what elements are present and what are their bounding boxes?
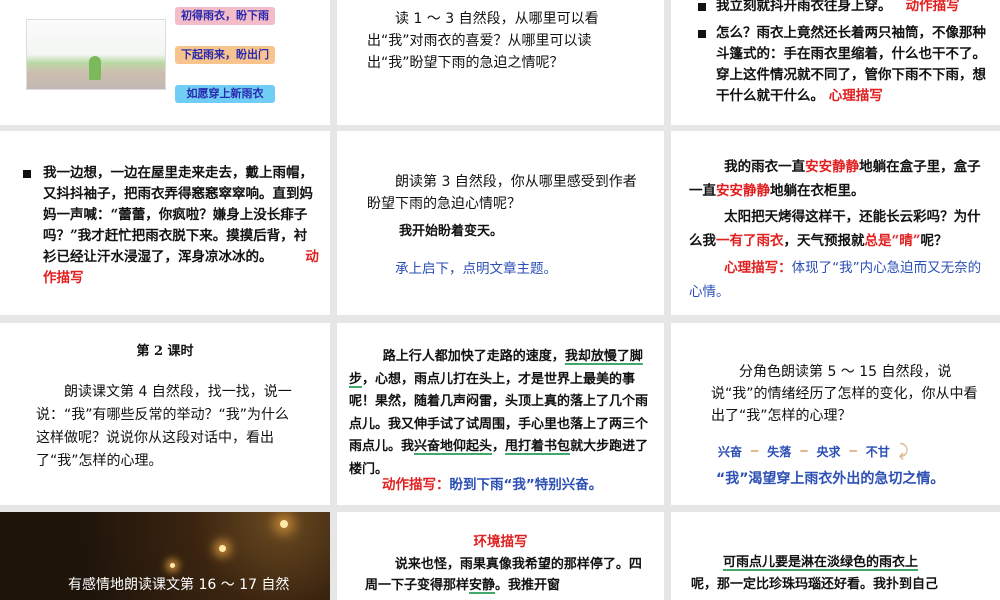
tag-got-raincoat: 初得雨衣，盼下雨 <box>175 7 275 25</box>
rain-girl-illustration <box>26 19 166 90</box>
note-text: 盼到下雨“我”特别兴奋。 <box>449 477 603 493</box>
slide-thumbnail-10[interactable]: 有感情地朗读课文第 16 ～ 17 自然 <box>0 512 330 600</box>
slide-thumbnail-11[interactable]: 环境描写 说来也怪，雨果真像我希望的那样停了。四周一下子变得那样安静。我推开窗 <box>337 512 664 600</box>
slide-thumbnail-1[interactable]: 初得雨衣，盼下雨 下起雨来，盼出门 如愿穿上新雨衣 <box>0 0 330 125</box>
mind-label: 心理描写 <box>828 88 883 104</box>
conclusion-text: “我”渴望穿上雨衣外出的急切之情。 <box>716 471 945 487</box>
paragraph-1: 我的雨衣一直安安静静地躺在盒子里，盒子一直安安静静地躺在衣柜里。 <box>689 155 994 203</box>
reading-prompt: 有感情地朗读课文第 16 ～ 17 自然 <box>68 577 290 593</box>
slide-thumbnail-4[interactable]: 我一边想，一边在屋里走来走去，戴上雨帽，又抖抖袖子，把雨衣弄得窸窸窣窣响。直到妈… <box>0 131 330 315</box>
emotion-flow: 兴奋 ━ 失落 ━ 央求 ━ 不甘 ⤸ <box>718 441 908 461</box>
action-text: 我立刻就抖开雨衣往身上穿。 <box>716 0 892 14</box>
answer-text: 承上启下，点明文章主题。 <box>395 261 557 277</box>
emotion-unwilling: 不甘 <box>865 444 890 459</box>
highlight: 总是“晴” <box>864 233 921 249</box>
slide-thumbnail-6[interactable]: 我的雨衣一直安安静静地躺在盒子里，盒子一直安安静静地躺在衣柜里。 太阳把天烤得这… <box>671 131 1000 315</box>
text: ，天气预报就 <box>783 233 865 249</box>
passage: 路上行人都加快了走路的速度，我却放慢了脚步，心想，雨点儿打在头上，才是世界上最美… <box>349 346 654 481</box>
bullet-icon <box>698 3 706 11</box>
text: ， <box>492 439 506 454</box>
underlined-text: 甩打着书包 <box>505 439 571 454</box>
highlight: 安安静静 <box>805 159 860 175</box>
bullet-icon <box>698 30 706 38</box>
emotion-disappointed: 失落 <box>767 444 792 459</box>
bullet-icon <box>23 170 31 178</box>
emotion-excited: 兴奋 <box>718 444 743 459</box>
text: 我的雨衣一直 <box>724 159 806 175</box>
arrow-icon: ━ <box>751 444 759 458</box>
slide-thumbnail-5[interactable]: 朗读第 3 自然段，你从哪里感受到作者盼望下雨的急迫心情呢？ 我开始盼着变天。 … <box>337 131 664 315</box>
analysis-note: 动作描写：盼到下雨“我”特别兴奋。 <box>382 475 602 496</box>
text: 。我推开窗 <box>495 578 561 593</box>
slide-thumbnail-3[interactable]: 我立刻就抖开雨衣往身上穿。 动作描写 怎么？雨衣上竟然还长着两只袖筒，不像那种斗… <box>671 0 1000 125</box>
text: 路上行人都加快了走路的速度， <box>382 349 565 364</box>
analysis-note: 心理描写：体现了“我”内心急迫而又无奈的心情。 <box>689 256 994 304</box>
action-label: 动作描写 <box>905 0 960 14</box>
paragraph-2: 太阳把天烤得这样干，还能长云彩吗？为什么我一有了雨衣，天气预报就总是“晴”呢？ <box>689 205 994 253</box>
emotion-pleading: 央求 <box>816 444 841 459</box>
underlined-text: 可雨点儿要是淋在淡绿色的雨衣上 <box>723 552 918 573</box>
underlined-text: 安静 <box>469 578 496 593</box>
slide-thumbnail-2[interactable]: 读 1 ～ 3 自然段，从哪里可以看出“我”对雨衣的喜爱？从哪里可以读出“我”盼… <box>337 0 664 125</box>
action-label: 动作描写： <box>382 477 450 493</box>
highlight: 一有了雨衣 <box>716 233 784 249</box>
street-lamp-icon <box>280 520 288 528</box>
action-text: 我一边想，一边在屋里走来走去，戴上雨帽，又抖抖袖子，把雨衣弄得窸窸窣窣响。直到妈… <box>43 165 313 265</box>
slide-thumbnail-8[interactable]: 路上行人都加快了走路的速度，我却放慢了脚步，心想，雨点儿打在头上，才是世界上最美… <box>337 323 664 505</box>
tag-wear-raincoat: 如愿穿上新雨衣 <box>175 85 275 103</box>
reading-question: 分角色朗读第 5 ～ 15 自然段，说说“我”的情绪经历了怎样的变化，你从中看出… <box>711 364 978 424</box>
passage-text: 呢，那一定比珍珠玛瑙还好看。我扑到自己 <box>691 577 939 592</box>
environment-label: 环境描写 <box>473 534 528 550</box>
text: 地躺在衣柜里。 <box>770 183 865 199</box>
reading-question: 读 1 ～ 3 自然段，从哪里可以看出“我”对雨衣的喜爱？从哪里可以读出“我”盼… <box>367 11 599 71</box>
text: 呢？ <box>920 233 948 249</box>
slide-thumbnail-9[interactable]: 分角色朗读第 5 ～ 15 自然段，说说“我”的情绪经历了怎样的变化，你从中看出… <box>671 323 1000 505</box>
slide-thumbnail-7[interactable]: 第 2 课时 朗读课文第 4 自然段，找一找，说一说：“我”有哪些反常的举动？“… <box>0 323 330 505</box>
lesson-title: 第 2 课时 <box>136 344 194 359</box>
mind-label: 心理描写： <box>724 260 792 276</box>
street-lamp-icon <box>170 563 175 568</box>
reading-question: 朗读第 3 自然段，你从哪里感受到作者盼望下雨的急迫心情呢？ <box>367 174 637 212</box>
street-lamp-icon <box>219 545 226 552</box>
underlined-text: 兴奋地仰起头 <box>414 439 493 454</box>
curved-arrow-icon: ⤸ <box>898 441 909 460</box>
arrow-icon: ━ <box>849 444 857 458</box>
arrow-icon: ━ <box>800 444 808 458</box>
slide-thumbnail-12[interactable]: 可雨点儿要是淋在淡绿色的雨衣上 呢，那一定比珍珠玛瑙还好看。我扑到自己 <box>671 512 1000 600</box>
reading-question: 朗读课文第 4 自然段，找一找，说一说：“我”有哪些反常的举动？“我”为什么这样… <box>36 384 292 469</box>
text: 可雨点儿要是淋在淡绿色的雨衣上 <box>723 555 919 570</box>
passage: 说来也怪，雨果真像我希望的那样停了。四周一下子变得那样安静。我推开窗 <box>365 554 645 596</box>
quote-text: 我开始盼着变天。 <box>399 224 504 239</box>
tag-rain-begins: 下起雨来，盼出门 <box>175 46 275 64</box>
highlight: 安安静静 <box>716 183 770 199</box>
